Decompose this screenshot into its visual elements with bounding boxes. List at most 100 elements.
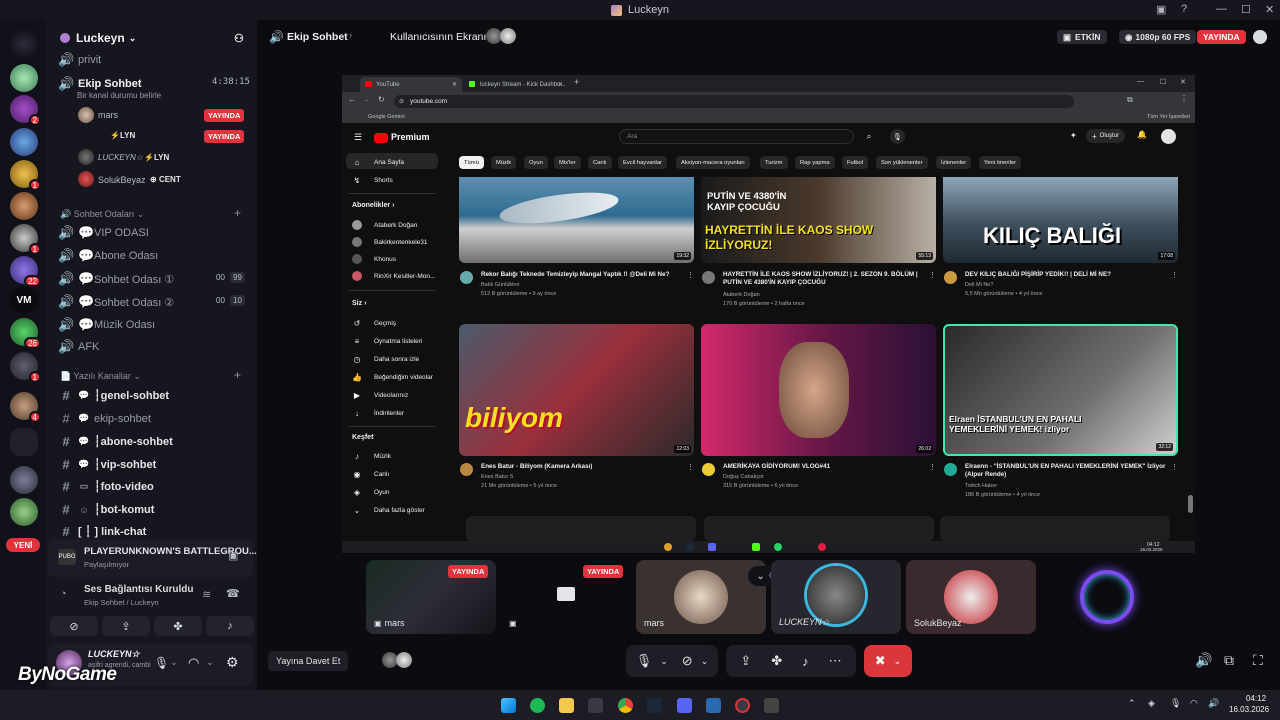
start-menu-icon[interactable] — [501, 698, 516, 713]
text-channel[interactable]: # ☺ ┆bot-komut — [58, 502, 154, 517]
nav-music[interactable]: ♪ Müzik — [352, 451, 391, 461]
voice-room[interactable]: 🔊 AFK — [58, 339, 99, 355]
text-channel[interactable]: # 💬 ┆genel-sohbet — [58, 388, 169, 403]
server-icon[interactable]: 26 — [10, 318, 41, 349]
avatar[interactable] — [78, 107, 94, 123]
activities-button[interactable]: ✤ — [154, 616, 202, 636]
server-icon[interactable] — [10, 30, 38, 58]
nav-shorts[interactable]: ↯ Shorts — [352, 175, 393, 185]
nav-show-more[interactable]: ⌄ Daha fazla göster — [352, 505, 425, 515]
soundboard-icon[interactable]: ♪ — [802, 654, 809, 669]
browser-tab[interactable]: YouTube ✕ — [360, 77, 462, 92]
category-text[interactable]: 📄 Yazılı Kanallar ⌄ — [60, 371, 141, 382]
store-icon[interactable] — [588, 698, 603, 713]
server-icon[interactable]: 1 — [10, 224, 41, 255]
more-options-icon[interactable]: ⋮ — [1171, 271, 1178, 279]
channel-avatar[interactable] — [702, 271, 715, 284]
microphone-icon[interactable]: 🎙 — [636, 653, 653, 669]
chip[interactable]: Müzik — [491, 156, 517, 169]
text-channel[interactable]: # 💬 ┆abone-sohbet — [58, 434, 172, 449]
server-icon[interactable]: VM — [10, 286, 38, 314]
channel-avatar[interactable] — [944, 271, 957, 284]
server-icon[interactable] — [10, 192, 38, 220]
search-icon[interactable]: ⌕ — [861, 129, 877, 144]
clock-time[interactable]: 04:12 — [1246, 694, 1266, 703]
channel-avatar[interactable] — [702, 463, 715, 476]
participant-tile[interactable]: YAYINDA ▣ mars — [366, 560, 496, 634]
youtube-logo-icon[interactable] — [374, 133, 388, 143]
extensions-icon[interactable]: ⧉ — [1127, 95, 1133, 105]
nav-your-videos[interactable]: ▶ Videolarınız — [352, 390, 408, 400]
text-channel[interactable]: # 💬 ┆vip-sohbet — [58, 457, 156, 472]
more-options-icon[interactable]: ⋯ — [829, 653, 842, 669]
participant-tile[interactable]: SolukBeyaz — [906, 560, 1036, 634]
add-channel-icon[interactable]: + — [234, 206, 241, 220]
cast-icon[interactable]: ✦ — [1070, 131, 1077, 140]
chevron-down-icon[interactable]: ⌄ — [660, 656, 668, 667]
participant-tile[interactable]: LUCKEYN☆ — [771, 560, 901, 634]
video-thumbnail[interactable]: biliyom 12:03 — [459, 324, 694, 456]
app-icon[interactable] — [706, 698, 721, 713]
chip[interactable]: Son yüklenenler — [876, 156, 928, 169]
minimize-icon[interactable]: — — [1137, 78, 1144, 85]
popout-icon[interactable]: ⧉ — [1224, 652, 1234, 669]
maximize-icon[interactable]: ☐ — [1160, 78, 1166, 86]
nav-live[interactable]: ◉ Canlı — [352, 469, 390, 479]
video-title[interactable]: AMERİKAYA GİDİYORUM! VLOG#41 — [723, 463, 928, 471]
disconnect-icon[interactable]: ☎ — [226, 587, 240, 600]
avatar[interactable] — [78, 171, 94, 187]
server-icon[interactable] — [10, 428, 38, 456]
avatar[interactable] — [78, 149, 94, 165]
video-title[interactable]: DEV KILIÇ BALIĞI PİŞİRİP YEDİK!! | DELİ … — [965, 271, 1170, 279]
nav-liked[interactable]: 👍 Beğendiğim videolar — [352, 372, 433, 382]
close-tab-icon[interactable]: ✕ — [558, 81, 563, 88]
microphone-icon[interactable]: 🎙 — [1170, 698, 1181, 709]
chip[interactable]: Canlı — [588, 156, 612, 169]
text-channel[interactable]: # [ ┆ ] link-chat — [58, 524, 146, 539]
subscription-item[interactable]: Khonus — [352, 254, 396, 264]
server-icon[interactable]: 1 — [10, 160, 41, 191]
file-explorer-icon[interactable] — [559, 698, 574, 713]
subscription-item[interactable]: Ataberk Doğan — [352, 220, 417, 230]
more-options-icon[interactable]: ⋮ — [929, 463, 936, 471]
shared-screen[interactable]: YouTube ✕ luckeyn Stream - Kick Dashbo...… — [342, 75, 1195, 553]
app-icon[interactable] — [735, 698, 750, 713]
noise-suppression-icon[interactable]: ≋ — [202, 588, 211, 601]
chip[interactable]: Aksiyon-macera oyunları — [676, 156, 750, 169]
video-thumbnail[interactable]: 26:02 — [701, 324, 936, 456]
video-channel[interactable]: Doğuş Cabakçor — [723, 473, 764, 481]
server-icon[interactable] — [10, 128, 38, 156]
chip[interactable]: Yeni öneriler — [979, 156, 1022, 169]
video-title[interactable]: Elraenn - "İSTANBUL'UN EN PAHALI YEMEKLE… — [965, 463, 1170, 479]
invite-to-stream-button[interactable]: Yayına Davet Et — [268, 651, 349, 671]
tray-chevron-icon[interactable]: ⌃ — [1128, 698, 1136, 709]
back-icon[interactable]: ← — [348, 95, 356, 104]
camera-off-icon[interactable]: ⊘ — [682, 653, 693, 669]
voice-room[interactable]: 🔊 💬 Müzik Odası — [58, 317, 155, 333]
nav-playlists[interactable]: ≡ Oynatma listeleri — [352, 336, 423, 346]
chrome-icon[interactable] — [618, 698, 633, 713]
server-icon[interactable]: 4 — [10, 392, 41, 423]
video-channel[interactable]: Ataberk Doğan — [723, 291, 760, 299]
chip[interactable]: Evcil hayvanlar — [618, 156, 667, 169]
voice-user-name[interactable]: mars — [98, 110, 118, 120]
voice-room[interactable]: 🔊 💬 Sohbet Odası ① — [58, 271, 174, 287]
leave-call-button[interactable]: ✖ ⌄ — [864, 645, 912, 677]
video-title[interactable]: Rekor Balığı Teknede Temizleyip Mangal Y… — [481, 271, 686, 279]
microphone-icon[interactable]: 🎙 — [154, 656, 169, 670]
notifications-bell-icon[interactable]: 🔔 — [1137, 130, 1147, 139]
video-title[interactable]: HAYRETTİN İLE KAOS SHOW İZLİYORUZ! | 2. … — [723, 271, 928, 287]
chat-bubble-icon[interactable] — [1253, 30, 1267, 44]
new-tab-icon[interactable]: + — [574, 77, 579, 87]
add-channel-icon[interactable]: + — [234, 368, 241, 382]
search-input[interactable]: Ara — [619, 129, 854, 144]
scrollbar-thumb[interactable] — [1188, 495, 1193, 513]
nav-watch-later[interactable]: ◷ Daha sonra izle — [352, 354, 420, 364]
server-icon[interactable]: 2 — [10, 95, 41, 126]
video-thumbnail[interactable]: Elraen İSTANBUL'UN EN PAHALI YEMEKLERİNİ… — [943, 324, 1178, 456]
chevron-down-icon[interactable]: ⌄ — [701, 656, 709, 667]
camera-off-button[interactable]: ⊘ — [50, 616, 98, 636]
channel-privit[interactable]: 🔊 privit — [58, 52, 101, 68]
chip[interactable]: Rap yapma — [795, 156, 835, 169]
video-title[interactable]: Enes Batur - Biliyom (Kamera Arkası) — [481, 463, 686, 471]
